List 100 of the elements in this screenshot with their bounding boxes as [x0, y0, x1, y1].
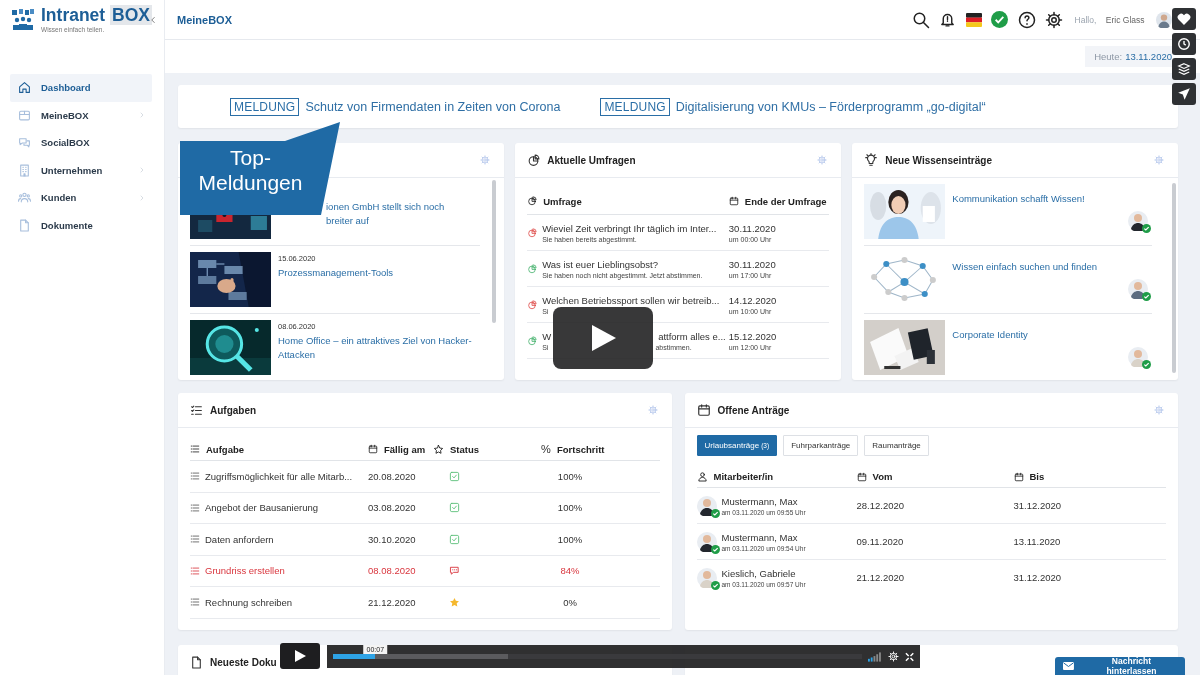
nav-item[interactable]: SocialBOX — [10, 129, 152, 157]
chevron-left-icon[interactable] — [148, 15, 158, 25]
end-date: 30.11.2020 — [728, 258, 777, 270]
calendar-icon — [696, 403, 711, 417]
due-date: 08.08.2020 — [368, 565, 417, 577]
survey-question[interactable]: Welchen Betriebssport sollen wir betreib... — [542, 294, 720, 306]
scrollbar[interactable] — [491, 180, 496, 323]
avatar — [1128, 211, 1148, 231]
nav-item[interactable]: Unternehmen — [10, 156, 152, 184]
due-date: 30.10.2020 — [368, 533, 417, 545]
calendar-icon — [1013, 471, 1024, 482]
people-icon — [18, 191, 31, 205]
news-tag: MELDUNG — [230, 97, 300, 116]
check-badge-icon — [1142, 224, 1151, 233]
progress-value: 0% — [562, 596, 578, 608]
pie-chart-icon — [527, 227, 538, 238]
page-title: MeineBOX — [177, 13, 232, 26]
tab[interactable]: Fuhrparkanträge — [783, 435, 859, 456]
nav-item[interactable]: Dokumente — [10, 211, 152, 239]
fullscreen-icon[interactable] — [904, 651, 914, 662]
help-icon[interactable] — [1017, 10, 1036, 29]
start-date: 09.11.2020 — [856, 536, 905, 547]
scrollbar[interactable] — [1172, 183, 1176, 373]
star-icon — [449, 596, 460, 608]
bell-icon[interactable] — [939, 11, 957, 28]
survey-question[interactable]: Wieviel Zeit verbringt Ihr täglich im Inter... — [542, 222, 717, 234]
knowledge-link[interactable]: Wissen einfach suchen und finden — [952, 252, 1121, 307]
task-name[interactable]: Rechnung schreiben — [205, 596, 293, 608]
task-name[interactable]: Grundriss erstellen — [205, 565, 285, 577]
check-badge-icon — [710, 508, 720, 518]
card-title: Aktuelle Umfragen — [547, 154, 636, 166]
play-icon — [293, 649, 307, 663]
user-name[interactable]: Eric Glass — [1105, 14, 1145, 25]
check-badge-icon — [710, 580, 720, 590]
chevron-right-icon — [138, 193, 146, 202]
end-date: 31.12.2020 — [1013, 572, 1063, 583]
due-date: 20.08.2020 — [368, 470, 417, 482]
logo-icon — [11, 8, 35, 32]
end-date: 14.12.2020 — [728, 294, 778, 306]
knowledge-link[interactable]: Kommunikation schafft Wissen! — [952, 184, 1121, 239]
news-title-link[interactable]: Home Office – ein attraktives Ziel von Hacker-Attacken — [278, 334, 480, 362]
due-date: 03.08.2020 — [368, 502, 417, 514]
envelope-icon — [1063, 662, 1074, 670]
card-title: Neueste Doku — [210, 657, 277, 668]
date-label: Heute: — [1094, 51, 1123, 62]
box-icon — [18, 108, 31, 122]
employee-name[interactable]: Mustermann, Max — [721, 531, 806, 543]
message-button[interactable]: Nachricht hinterlassen — [1055, 657, 1185, 675]
column-header: Umfrage — [543, 195, 582, 207]
news-link[interactable]: Digitalisierung von KMUs – Förderprogramm „go-digital“ — [675, 99, 986, 114]
chat-icon — [18, 136, 31, 150]
avatar[interactable] — [1156, 11, 1172, 28]
nav-item[interactable]: Kunden — [10, 184, 152, 212]
flag-icon[interactable] — [965, 12, 982, 27]
tab[interactable]: Raumanträge — [864, 435, 929, 456]
pie-chart-icon — [527, 299, 538, 310]
play-button[interactable] — [553, 307, 654, 369]
news-title-link[interactable]: ionen GmbH stellt sich noch breiter auf — [326, 200, 461, 228]
chevron-right-icon — [138, 166, 146, 175]
progress-value: 84% — [559, 565, 581, 577]
checkbox-icon — [449, 502, 460, 514]
volume-icon[interactable] — [868, 651, 882, 662]
paper-plane-icon[interactable] — [1172, 83, 1196, 105]
progress-value: 100% — [556, 502, 584, 514]
status-check-icon[interactable] — [991, 11, 1009, 28]
search-icon[interactable] — [911, 10, 930, 29]
task-name[interactable]: Angebot der Bausanierung — [205, 502, 319, 514]
column-header: Fortschritt — [557, 443, 605, 455]
star-outline-icon — [433, 443, 444, 455]
layers-icon[interactable] — [1172, 58, 1196, 80]
survey-question[interactable]: W — [542, 330, 552, 342]
employee-name[interactable]: Kieslich, Gabriele — [721, 567, 806, 579]
task-name[interactable]: Zugriffsmöglichkeit für alle Mitarb... — [205, 470, 353, 482]
checklist-icon — [190, 403, 203, 417]
survey-question[interactable]: attform alles e... — [658, 330, 726, 342]
task-name[interactable]: Daten anfordern — [205, 533, 274, 545]
news-tag: MELDUNG — [600, 97, 670, 116]
card-title: Neue Wissenseinträge — [885, 154, 992, 166]
play-button[interactable] — [280, 643, 320, 669]
percent-symbol: % — [541, 443, 551, 455]
news-link[interactable]: Schutz von Firmendaten in Zeiten von Corona — [305, 99, 561, 114]
brand-name: Intranet BOX — [41, 6, 152, 25]
survey-question[interactable]: Was ist euer Lieblingsobst? — [542, 258, 658, 270]
progress-value: 100% — [556, 533, 584, 545]
progress-value: 100% — [556, 470, 584, 482]
pie-chart-icon — [527, 335, 538, 346]
nav-item[interactable]: MeineBOX — [10, 101, 152, 129]
chevron-right-icon — [138, 111, 146, 120]
nav-item[interactable]: Dashboard — [10, 74, 152, 102]
news-title-link[interactable]: Prozessmanagement-Tools — [278, 266, 394, 280]
list-icon — [190, 502, 200, 513]
avatar — [696, 531, 717, 552]
employee-name[interactable]: Mustermann, Max — [721, 495, 806, 507]
end-date: 13.11.2020 — [1013, 536, 1062, 547]
clock-icon[interactable] — [1172, 33, 1196, 55]
date-value: 13.11.2020 — [1125, 51, 1172, 62]
pie-chart-icon — [527, 153, 541, 167]
knowledge-link[interactable]: Corporate Identity — [952, 320, 1121, 375]
settings-icon[interactable] — [1045, 10, 1064, 29]
end-date: 30.11.2020 — [728, 222, 777, 234]
